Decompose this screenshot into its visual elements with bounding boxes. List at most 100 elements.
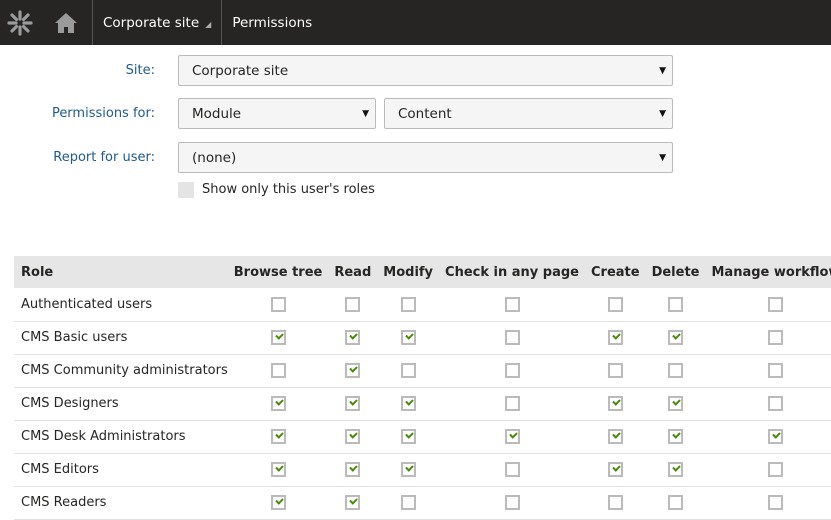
permission-type-value: Module xyxy=(192,105,242,122)
table-row: CMS Readers xyxy=(14,486,831,520)
permission-type-select[interactable]: Module ▼ xyxy=(178,98,376,129)
permission-checkbox[interactable] xyxy=(504,495,520,510)
dropdown-arrow-icon: ▼ xyxy=(659,65,666,76)
permission-cell xyxy=(227,288,329,322)
permissions-for-label: Permissions for: xyxy=(51,106,155,121)
permission-checkbox[interactable] xyxy=(668,363,684,378)
permission-checkbox[interactable] xyxy=(345,296,361,312)
permission-checkbox[interactable] xyxy=(668,462,684,477)
permission-checkbox[interactable] xyxy=(607,330,623,345)
permission-checkbox[interactable] xyxy=(607,363,623,378)
permission-checkbox[interactable] xyxy=(270,495,286,510)
permission-module-value: Content xyxy=(398,105,452,122)
permission-cell xyxy=(439,288,585,322)
table-row: CMS Basic users xyxy=(14,321,831,355)
permission-module-select[interactable]: Content ▼ xyxy=(384,98,673,129)
permission-checkbox[interactable] xyxy=(607,495,623,510)
permission-checkbox[interactable] xyxy=(504,429,520,444)
permission-checkbox[interactable] xyxy=(668,330,684,345)
permission-checkbox[interactable] xyxy=(400,363,416,378)
permission-checkbox[interactable] xyxy=(504,363,520,378)
site-select[interactable]: Corporate site ▼ xyxy=(178,55,673,86)
report-user-label: Report for user: xyxy=(53,150,155,165)
permission-checkbox[interactable] xyxy=(607,296,623,312)
permission-checkbox[interactable] xyxy=(607,429,623,444)
role-name: CMS Community administrators xyxy=(14,354,228,388)
permission-cell xyxy=(227,321,329,355)
permission-checkbox[interactable] xyxy=(768,330,784,345)
permission-cell xyxy=(377,321,440,355)
permission-cell xyxy=(328,321,378,355)
permission-checkbox[interactable] xyxy=(345,495,361,510)
permission-checkbox[interactable] xyxy=(345,429,361,444)
permission-cell xyxy=(377,288,440,322)
permission-cell xyxy=(705,321,831,355)
permission-cell xyxy=(439,387,585,421)
permission-cell xyxy=(705,288,831,322)
permission-checkbox[interactable] xyxy=(270,363,286,378)
permission-cell xyxy=(328,387,378,421)
home-icon[interactable] xyxy=(40,0,92,45)
permission-checkbox[interactable] xyxy=(768,462,784,477)
permission-checkbox[interactable] xyxy=(400,462,416,477)
permission-checkbox[interactable] xyxy=(504,330,520,345)
permission-cell xyxy=(439,486,585,520)
permission-checkbox[interactable] xyxy=(768,363,784,378)
permission-checkbox[interactable] xyxy=(270,330,286,345)
user-select[interactable]: (none) ▼ xyxy=(178,142,673,173)
permission-cell xyxy=(227,420,329,454)
permission-checkbox[interactable] xyxy=(345,462,361,477)
permission-cell xyxy=(705,387,831,421)
permission-checkbox[interactable] xyxy=(668,495,684,510)
permission-checkbox[interactable] xyxy=(504,396,520,411)
table-row: CMS Editors xyxy=(14,453,831,487)
column-header: Check in any page xyxy=(439,256,585,288)
table-row: CMS Desk Administrators xyxy=(14,420,831,454)
permission-checkbox[interactable] xyxy=(668,429,684,444)
permission-checkbox[interactable] xyxy=(400,396,416,411)
logo-icon[interactable] xyxy=(0,0,40,45)
permission-cell xyxy=(585,354,646,388)
role-name: CMS Basic users xyxy=(14,321,228,355)
permission-cell xyxy=(439,420,585,454)
permission-checkbox[interactable] xyxy=(345,396,361,411)
permission-checkbox[interactable] xyxy=(270,429,286,444)
permission-checkbox[interactable] xyxy=(400,495,416,510)
column-header: Browse tree xyxy=(227,256,329,288)
show-only-roles-checkbox[interactable] xyxy=(178,182,194,198)
permission-checkbox[interactable] xyxy=(607,396,623,411)
permission-checkbox[interactable] xyxy=(345,363,361,378)
permission-checkbox[interactable] xyxy=(504,296,520,312)
permission-checkbox[interactable] xyxy=(768,396,784,411)
permission-checkbox[interactable] xyxy=(270,396,286,411)
permission-checkbox[interactable] xyxy=(768,495,784,510)
permission-cell xyxy=(645,288,706,322)
permission-cell xyxy=(328,354,378,388)
permission-checkbox[interactable] xyxy=(345,330,361,345)
permission-cell xyxy=(645,354,706,388)
permission-checkbox[interactable] xyxy=(668,396,684,411)
permission-checkbox[interactable] xyxy=(400,330,416,345)
permission-checkbox[interactable] xyxy=(668,296,684,312)
dropdown-arrow-icon: ▼ xyxy=(659,108,666,119)
show-only-roles-label: Show only this user's roles xyxy=(202,182,375,197)
site-select-value: Corporate site xyxy=(192,62,289,79)
permission-cell xyxy=(328,486,378,520)
breadcrumb-permissions[interactable]: Permissions xyxy=(221,0,322,45)
permission-cell xyxy=(645,420,706,454)
permission-checkbox[interactable] xyxy=(504,462,520,477)
breadcrumb-site[interactable]: Corporate site ◢ xyxy=(92,0,221,45)
permission-checkbox[interactable] xyxy=(768,429,784,444)
permission-checkbox[interactable] xyxy=(607,462,623,477)
permission-checkbox[interactable] xyxy=(270,296,286,312)
permission-checkbox[interactable] xyxy=(270,462,286,477)
top-bar: Corporate site ◢ Permissions xyxy=(0,0,831,45)
permission-checkbox[interactable] xyxy=(400,296,416,312)
permission-checkbox[interactable] xyxy=(400,429,416,444)
permission-cell xyxy=(705,486,831,520)
permission-checkbox[interactable] xyxy=(768,296,784,312)
column-header: Modify xyxy=(377,256,440,288)
dropdown-arrow-icon: ▼ xyxy=(659,152,666,163)
permission-cell xyxy=(328,453,378,487)
permission-cell xyxy=(645,321,706,355)
